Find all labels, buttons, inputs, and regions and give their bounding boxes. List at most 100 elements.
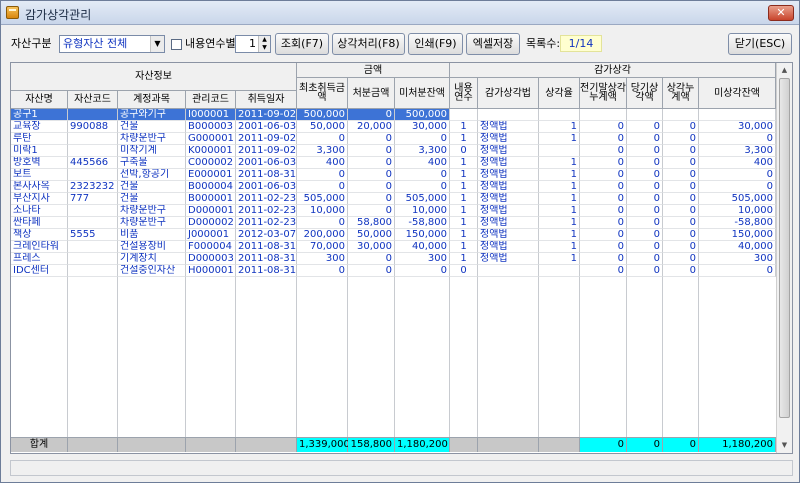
cell-undepreciated[interactable]: 0 — [699, 181, 776, 193]
cell-manage-code[interactable]: I000001 — [186, 109, 236, 121]
cell-useful-life[interactable]: 0 — [450, 265, 478, 277]
cell-current-dep[interactable]: 0 — [627, 109, 663, 121]
cell-accum-dep[interactable]: 0 — [663, 109, 699, 121]
cell-useful-life[interactable]: 1 — [450, 205, 478, 217]
cell-asset-code[interactable]: 2323232 — [68, 181, 118, 193]
cell-account[interactable]: 건물 — [118, 181, 186, 193]
cell-account[interactable]: 선박,항공기 — [118, 169, 186, 181]
cell-acquire-date[interactable]: 2011-02-23 — [236, 217, 297, 229]
cell-undepreciated[interactable]: 0 — [699, 133, 776, 145]
cell-manage-code[interactable]: E000001 — [186, 169, 236, 181]
cell-account[interactable]: 구축물 — [118, 157, 186, 169]
cell-prior-accum[interactable]: 0 — [580, 109, 627, 121]
table-row[interactable]: 루탄 차량운반구 G000001 2011-09-02 0 0 0 1 정액법 1 0 0 0 0 — [11, 133, 776, 145]
cell-dep-method[interactable]: 정액법 — [478, 181, 539, 193]
cell-asset-code[interactable] — [68, 109, 118, 121]
cell-asset-code[interactable] — [68, 265, 118, 277]
cell-dep-method[interactable] — [478, 265, 539, 277]
cell-account[interactable]: 건설중인자산 — [118, 265, 186, 277]
cell-undepreciated[interactable]: -58,800 — [699, 217, 776, 229]
cell-current-dep[interactable]: 0 — [627, 169, 663, 181]
cell-dep-method[interactable]: 정액법 — [478, 169, 539, 181]
cell-initial-amount[interactable]: 0 — [297, 265, 348, 277]
cell-useful-life[interactable]: 1 — [450, 181, 478, 193]
table-row[interactable]: 싼타페 차량운반구 D000002 2011-02-23 0 58,800 -58,800 1… — [11, 217, 776, 229]
cell-current-dep[interactable]: 0 — [627, 157, 663, 169]
cell-asset-name[interactable]: 보트 — [11, 169, 68, 181]
cell-disposal-amount[interactable]: 0 — [348, 193, 395, 205]
cell-asset-code[interactable] — [68, 169, 118, 181]
cell-dep-rate[interactable]: 1 — [539, 217, 580, 229]
cell-manage-code[interactable]: D000001 — [186, 205, 236, 217]
cell-acquire-date[interactable]: 2011-08-31 — [236, 169, 297, 181]
cell-acquire-date[interactable]: 2011-08-31 — [236, 241, 297, 253]
cell-prior-accum[interactable]: 0 — [580, 253, 627, 265]
cell-dep-rate[interactable]: 1 — [539, 133, 580, 145]
cell-prior-accum[interactable]: 0 — [580, 133, 627, 145]
cell-manage-code[interactable]: D000002 — [186, 217, 236, 229]
cell-dep-rate[interactable]: 1 — [539, 253, 580, 265]
cell-manage-code[interactable]: B000001 — [186, 193, 236, 205]
cell-account[interactable]: 차량운반구 — [118, 133, 186, 145]
cell-current-dep[interactable]: 0 — [627, 229, 663, 241]
stepper-down-icon[interactable]: ▼ — [258, 44, 270, 52]
cell-dep-method[interactable]: 정액법 — [478, 229, 539, 241]
cell-account[interactable]: 공구와기구 — [118, 109, 186, 121]
cell-manage-code[interactable]: B000004 — [186, 181, 236, 193]
cell-asset-code[interactable] — [68, 253, 118, 265]
cell-acquire-date[interactable]: 2011-08-31 — [236, 265, 297, 277]
cell-undepreciated[interactable]: 3,300 — [699, 145, 776, 157]
window-close-button[interactable]: ✕ — [768, 5, 794, 21]
cell-dep-rate[interactable]: 1 — [539, 157, 580, 169]
cell-undisposed-balance[interactable]: 3,300 — [395, 145, 450, 157]
cell-asset-name[interactable]: 교육장 — [11, 121, 68, 133]
cell-accum-dep[interactable]: 0 — [663, 265, 699, 277]
cell-undepreciated[interactable]: 0 — [699, 265, 776, 277]
cell-disposal-amount[interactable]: 0 — [348, 109, 395, 121]
cell-dep-rate[interactable]: 1 — [539, 169, 580, 181]
cell-undepreciated[interactable]: 30,000 — [699, 121, 776, 133]
vertical-scrollbar[interactable]: ▲ ▼ — [776, 63, 792, 453]
cell-undisposed-balance[interactable]: 150,000 — [395, 229, 450, 241]
cell-asset-name[interactable]: 싼타페 — [11, 217, 68, 229]
scroll-down-icon[interactable]: ▼ — [777, 438, 792, 453]
cell-current-dep[interactable]: 0 — [627, 205, 663, 217]
cell-current-dep[interactable]: 0 — [627, 121, 663, 133]
excel-save-button[interactable]: 엑셀저장 — [466, 33, 520, 55]
cell-dep-method[interactable]: 정액법 — [478, 121, 539, 133]
cell-dep-method[interactable]: 정액법 — [478, 205, 539, 217]
cell-asset-name[interactable]: 소나타 — [11, 205, 68, 217]
cell-asset-name[interactable]: 크레인타워 — [11, 241, 68, 253]
table-row[interactable]: 본사사옥 2323232 건물 B000004 2001-06-03 0 0 0 1 정액법 1 0 0… — [11, 181, 776, 193]
cell-accum-dep[interactable]: 0 — [663, 181, 699, 193]
cell-useful-life[interactable]: 1 — [450, 253, 478, 265]
cell-current-dep[interactable]: 0 — [627, 253, 663, 265]
cell-current-dep[interactable]: 0 — [627, 241, 663, 253]
cell-accum-dep[interactable]: 0 — [663, 133, 699, 145]
cell-manage-code[interactable]: J000001 — [186, 229, 236, 241]
cell-current-dep[interactable]: 0 — [627, 265, 663, 277]
cell-disposal-amount[interactable]: 0 — [348, 145, 395, 157]
cell-useful-life[interactable]: 1 — [450, 193, 478, 205]
cell-initial-amount[interactable]: 400 — [297, 157, 348, 169]
cell-undepreciated[interactable]: 400 — [699, 157, 776, 169]
cell-initial-amount[interactable]: 505,000 — [297, 193, 348, 205]
query-button[interactable]: 조회(F7) — [275, 33, 329, 55]
cell-useful-life[interactable]: 1 — [450, 133, 478, 145]
cell-disposal-amount[interactable]: 30,000 — [348, 241, 395, 253]
asset-type-select[interactable]: 유형자산 전체 ▼ — [59, 35, 165, 53]
cell-dep-method[interactable]: 정액법 — [478, 145, 539, 157]
cell-current-dep[interactable]: 0 — [627, 145, 663, 157]
cell-dep-rate[interactable]: 1 — [539, 229, 580, 241]
cell-useful-life[interactable]: 1 — [450, 157, 478, 169]
cell-acquire-date[interactable]: 2011-02-23 — [236, 193, 297, 205]
cell-undisposed-balance[interactable]: 0 — [395, 133, 450, 145]
cell-undepreciated[interactable]: 40,000 — [699, 241, 776, 253]
cell-dep-method[interactable]: 정액법 — [478, 109, 539, 121]
cell-initial-amount[interactable]: 200,000 — [297, 229, 348, 241]
process-depreciation-button[interactable]: 상각처리(F8) — [332, 33, 405, 55]
cell-acquire-date[interactable]: 2001-06-03 — [236, 157, 297, 169]
cell-accum-dep[interactable]: 0 — [663, 217, 699, 229]
chevron-down-icon[interactable]: ▼ — [150, 36, 164, 52]
cell-prior-accum[interactable]: 0 — [580, 217, 627, 229]
